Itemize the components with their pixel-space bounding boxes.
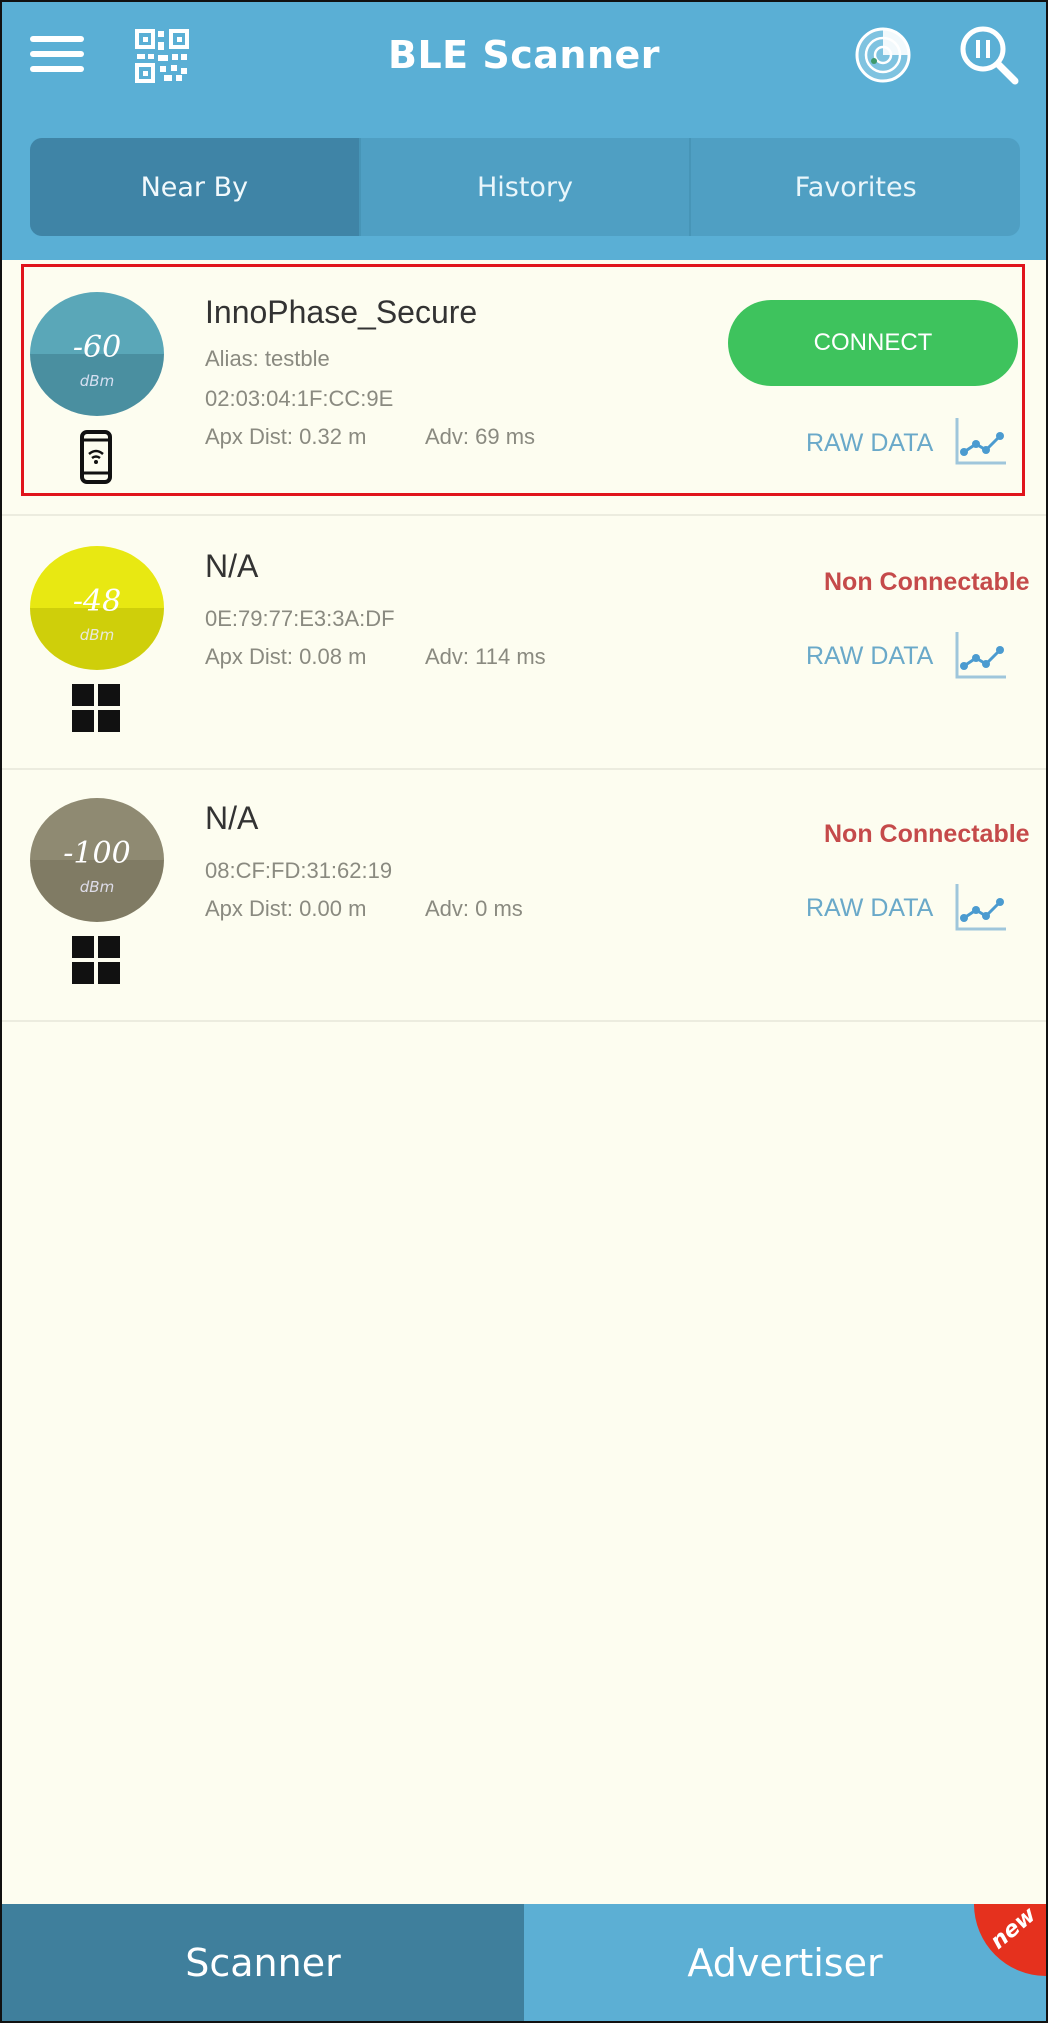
raw-data-link[interactable]: RAW DATA	[806, 429, 933, 458]
rssi-value: -48	[72, 584, 122, 619]
qr-code-icon[interactable]	[134, 28, 190, 84]
device-adv-interval: Adv: 69 ms	[425, 424, 536, 449]
device-adv-interval: Adv: 0 ms	[425, 896, 523, 921]
nav-advertiser[interactable]: Advertiser new	[524, 1902, 1046, 2021]
device-distance: Apx Dist: 0.32 m	[205, 424, 367, 449]
scan-tabs: Near By History Favorites	[30, 138, 1020, 236]
rssi-unit: dBm	[79, 372, 115, 390]
device-mac: 02:03:04:1F:CC:9E	[205, 386, 394, 411]
windows-icon	[72, 936, 120, 990]
tab-favorites[interactable]: Favorites	[691, 138, 1020, 236]
device-row[interactable]: -100 dBm N/A 08:CF:FD:31:62:19 Apx Dist:…	[2, 770, 1046, 1022]
non-connectable-status: Non Connectable	[824, 820, 1030, 848]
rssi-value: -60	[72, 330, 122, 365]
device-name: InnoPhase_Secure	[205, 294, 478, 330]
device-mac: 08:CF:FD:31:62:19	[205, 858, 393, 883]
app-header: BLE Scanner Near By History Favorites	[2, 2, 1046, 260]
tab-near-by[interactable]: Near By	[30, 138, 361, 236]
search-pause-icon[interactable]	[958, 24, 1020, 86]
menu-icon[interactable]	[30, 32, 84, 76]
app-frame: BLE Scanner Near By History Favorites -6…	[0, 0, 1048, 2023]
device-name: N/A	[205, 800, 259, 836]
phone-icon	[72, 430, 120, 484]
device-alias: Alias: testble	[205, 346, 330, 371]
new-badge-label: new	[985, 1902, 1041, 1955]
raw-data-link[interactable]: RAW DATA	[806, 894, 933, 923]
device-adv-interval: Adv: 114 ms	[425, 644, 546, 669]
rssi-chart-icon[interactable]	[954, 630, 1008, 680]
bottom-nav: Scanner Advertiser new	[2, 1902, 1046, 2021]
radar-icon[interactable]	[854, 26, 912, 84]
raw-data-link[interactable]: RAW DATA	[806, 642, 933, 671]
rssi-indicator: -100 dBm	[30, 798, 164, 922]
device-name: N/A	[205, 548, 259, 584]
nav-scanner[interactable]: Scanner	[2, 1904, 524, 2021]
device-row[interactable]: -60 dBm InnoPhase_Secure Alias: testble …	[2, 264, 1046, 516]
connect-button[interactable]: CONNECT	[728, 300, 1018, 386]
rssi-indicator: -60 dBm	[30, 292, 164, 416]
rssi-chart-icon[interactable]	[954, 416, 1008, 466]
device-distance: Apx Dist: 0.08 m	[205, 644, 367, 669]
device-distance: Apx Dist: 0.00 m	[205, 896, 367, 921]
rssi-unit: dBm	[79, 878, 115, 896]
windows-icon	[72, 684, 120, 738]
nav-advertiser-label: Advertiser	[687, 1940, 883, 1985]
rssi-unit: dBm	[79, 626, 115, 644]
rssi-indicator: -48 dBm	[30, 546, 164, 670]
new-badge: new	[974, 1902, 1046, 1976]
rssi-value: -100	[63, 836, 131, 871]
rssi-chart-icon[interactable]	[954, 882, 1008, 932]
non-connectable-status: Non Connectable	[824, 568, 1030, 596]
device-row[interactable]: -48 dBm N/A 0E:79:77:E3:3A:DF Apx Dist: …	[2, 518, 1046, 770]
tab-history[interactable]: History	[361, 138, 692, 236]
device-mac: 0E:79:77:E3:3A:DF	[205, 606, 395, 631]
